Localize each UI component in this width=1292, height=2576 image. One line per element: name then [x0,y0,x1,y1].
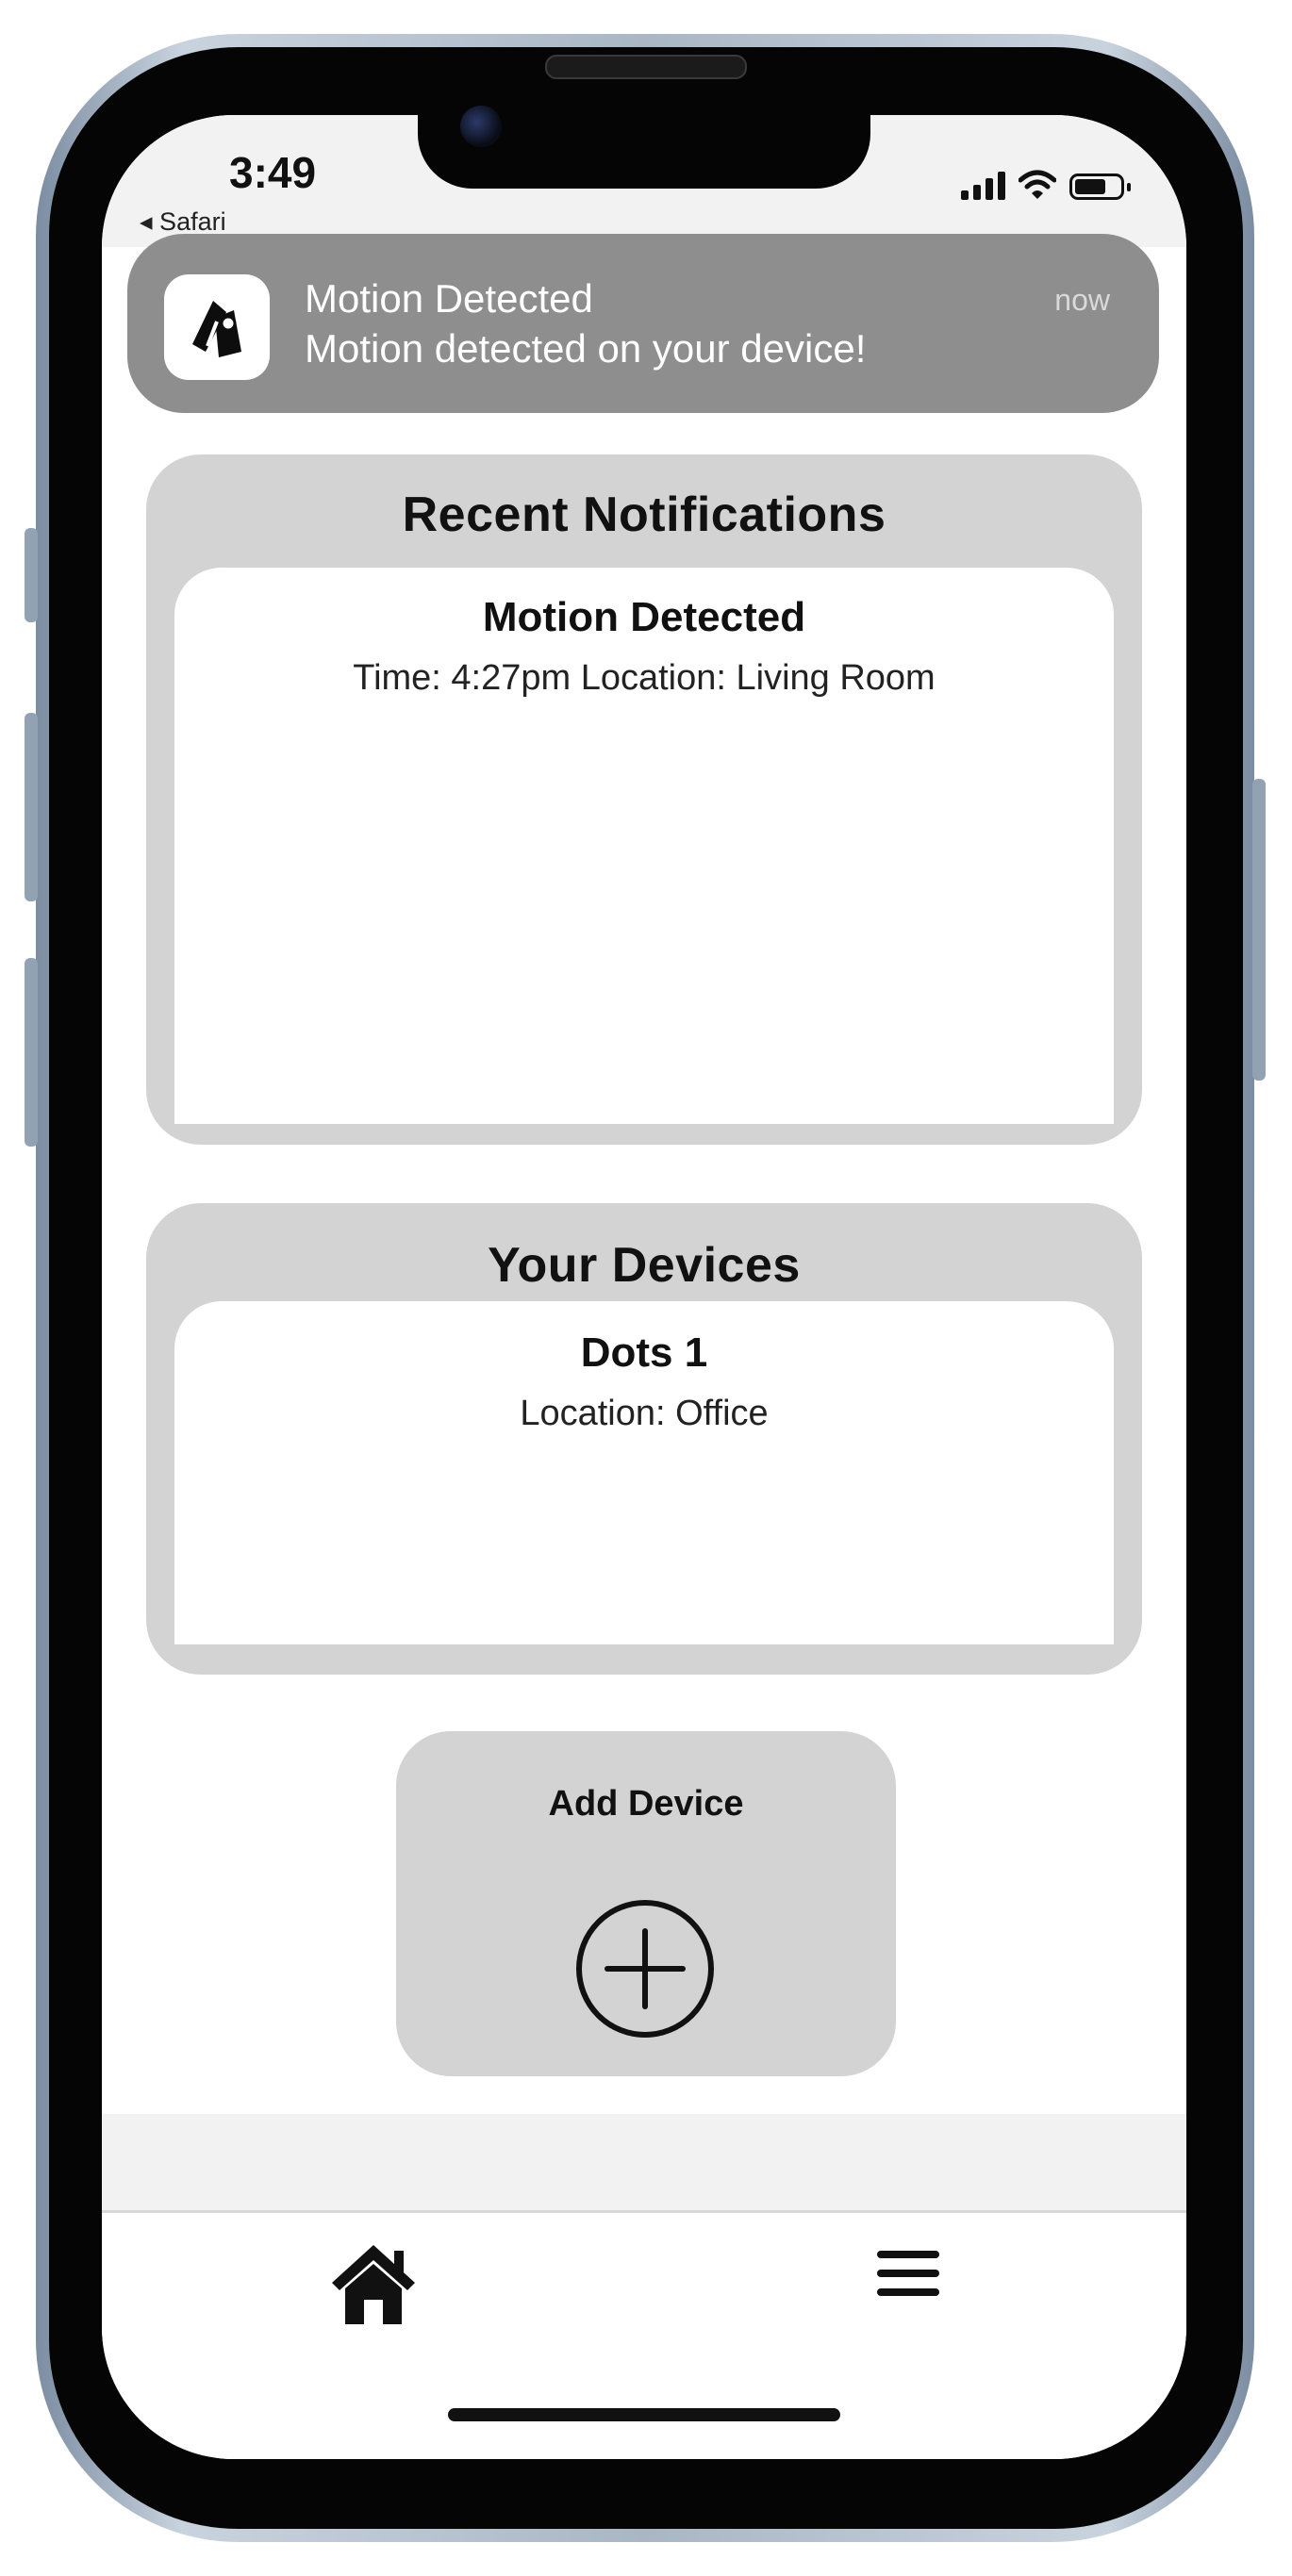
device-name[interactable]: Dots 1 [174,1329,1114,1377]
recent-notifications-heading: Recent Notifications [402,487,886,542]
plus-circle-icon[interactable] [573,1897,717,2040]
device-list: Dots 1 Location: Office [174,1301,1114,1644]
notification-item-detail: Time: 4:27pm Location: Living Room [353,658,936,698]
menu-icon[interactable] [877,2251,945,2307]
add-device-button[interactable]: Add Device [396,1731,896,2076]
banner-title: Motion Detected [305,276,593,321]
banner-time: now [1054,283,1110,317]
wifi-icon [1019,170,1056,199]
power-button [1252,779,1266,1081]
notification-banner[interactable]: Motion Detected Motion detected on your … [127,234,1159,413]
status-icons [961,170,1131,200]
device-location: Location: Office [520,1394,769,1433]
banner-body: Motion detected on your device! [305,326,867,371]
content-footer-band [102,2114,1186,2210]
earpiece-speaker [545,55,747,79]
status-time: 3:49 [229,148,317,197]
notification-list: Motion Detected Time: 4:27pm Location: L… [174,568,1114,1124]
app-logo-icon [164,274,270,380]
signal-icon [961,172,1005,200]
battery-icon [1069,173,1131,200]
home-icon[interactable] [328,2241,419,2326]
back-to-safari-link[interactable]: ◂ Safari [140,207,226,237]
front-camera [460,106,502,147]
volume-down-button [25,958,38,1147]
screen: 3:49 ◂ Safari Motion Detected Motion det… [102,115,1186,2459]
your-devices-card: Your Devices Dots 1 Location: Office [146,1203,1142,1675]
your-devices-heading: Your Devices [488,1238,801,1293]
silent-switch [25,528,38,622]
notification-item-title[interactable]: Motion Detected [174,594,1114,641]
recent-notifications-card: Recent Notifications Motion Detected Tim… [146,454,1142,1145]
volume-up-button [25,713,38,901]
home-indicator[interactable] [448,2408,840,2421]
tab-bar [102,2210,1186,2459]
add-device-label: Add Device [548,1784,744,1824]
